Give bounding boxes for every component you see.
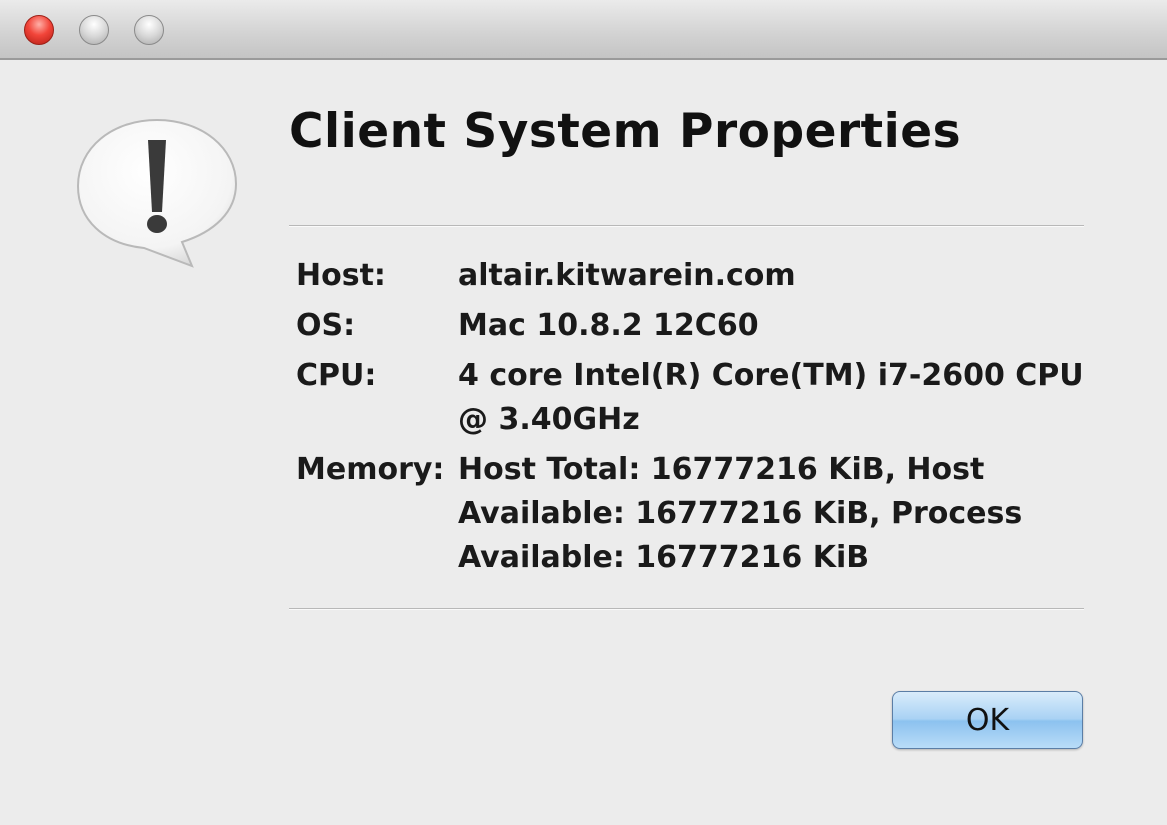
properties-list: Host: altair.kitwarein.com OS: Mac 10.8.…	[296, 254, 1086, 580]
property-row-host: Host: altair.kitwarein.com	[296, 254, 1086, 304]
property-value: 4 core Intel(R) Core(TM) i7-2600 CPU @ 3…	[458, 358, 1084, 437]
top-divider	[289, 225, 1084, 227]
property-row-memory: Memory: Host Total: 16777216 KiB, Host A…	[296, 448, 1086, 580]
property-label: Memory:	[296, 452, 445, 487]
property-label: CPU:	[296, 358, 377, 393]
property-value: Host Total: 16777216 KiB, Host Available…	[458, 452, 1023, 575]
property-label: OS:	[296, 308, 356, 343]
minimize-window-button[interactable]	[79, 15, 109, 45]
ok-button[interactable]: OK	[892, 691, 1083, 749]
title-bar[interactable]	[0, 0, 1167, 60]
close-window-button[interactable]	[24, 15, 54, 45]
zoom-window-button[interactable]	[134, 15, 164, 45]
dialog-title: Client System Properties	[289, 104, 962, 159]
property-value: altair.kitwarein.com	[458, 258, 796, 293]
property-value: Mac 10.8.2 12C60	[458, 308, 759, 343]
alert-exclamation-icon	[76, 118, 238, 268]
property-row-os: OS: Mac 10.8.2 12C60	[296, 304, 1086, 354]
bottom-divider	[289, 608, 1084, 610]
property-row-cpu: CPU: 4 core Intel(R) Core(TM) i7-2600 CP…	[296, 354, 1086, 448]
dialog-window: Client System Properties Host: altair.ki…	[0, 0, 1167, 825]
property-label: Host:	[296, 258, 386, 293]
